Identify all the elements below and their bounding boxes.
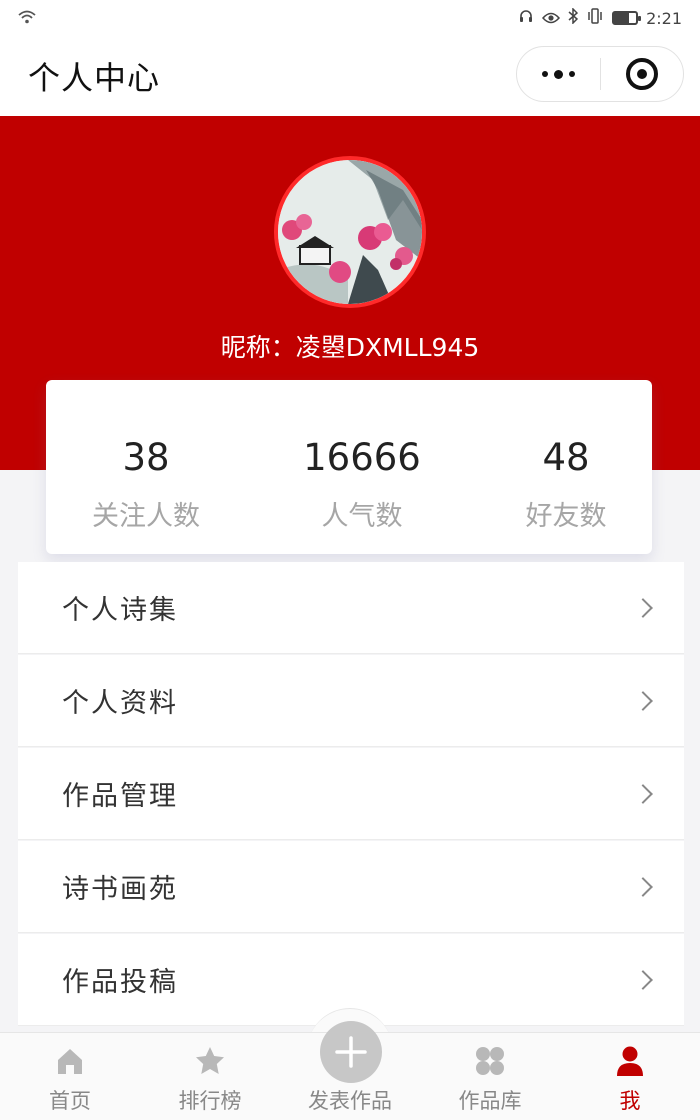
tab-label: 首页 bbox=[49, 1089, 91, 1113]
stat-value: 48 bbox=[542, 436, 590, 479]
status-bar: 2:21 bbox=[0, 0, 700, 36]
menu-item-label: 个人诗集 bbox=[62, 595, 178, 626]
chevron-right-icon bbox=[633, 597, 653, 618]
landscape-painting-avatar bbox=[278, 160, 422, 304]
tab-label: 我 bbox=[619, 1089, 641, 1113]
menu-item-works-management[interactable]: 作品管理 bbox=[18, 748, 684, 840]
stat-following[interactable]: 38 关注人数 bbox=[46, 380, 246, 533]
chevron-right-icon bbox=[633, 876, 653, 897]
battery-icon bbox=[612, 11, 642, 25]
more-button[interactable] bbox=[517, 47, 600, 101]
vibrate-icon bbox=[586, 8, 604, 28]
tab-label: 排行榜 bbox=[178, 1089, 242, 1113]
grid-dots-icon bbox=[476, 1047, 504, 1075]
menu-item-profile-info[interactable]: 个人资料 bbox=[18, 655, 684, 747]
publish-button[interactable] bbox=[320, 1021, 382, 1083]
page-title: 个人中心 bbox=[28, 59, 161, 97]
tab-ranking[interactable]: 排行榜 bbox=[140, 1033, 280, 1120]
target-circle-icon bbox=[625, 58, 658, 90]
menu-list: 个人诗集 个人资料 作品管理 诗书画苑 作品投稿 bbox=[18, 562, 684, 1027]
bluetooth-icon bbox=[568, 7, 579, 28]
status-icons: 2:21 bbox=[518, 7, 682, 28]
tab-label: 作品库 bbox=[458, 1089, 522, 1113]
avatar[interactable] bbox=[274, 156, 426, 308]
tab-home[interactable]: 首页 bbox=[0, 1033, 140, 1120]
menu-item-label: 作品投稿 bbox=[62, 967, 178, 998]
tab-library[interactable]: 作品库 bbox=[420, 1033, 560, 1120]
tab-me[interactable]: 我 bbox=[560, 1033, 700, 1120]
stat-label: 好友数 bbox=[525, 501, 607, 532]
menu-item-poetry-collection[interactable]: 个人诗集 bbox=[18, 562, 684, 654]
star-icon bbox=[196, 1047, 224, 1074]
home-icon bbox=[58, 1049, 82, 1074]
tab-label: 发表作品 bbox=[308, 1089, 392, 1113]
close-button[interactable] bbox=[601, 47, 684, 101]
headset-icon bbox=[518, 8, 534, 28]
mini-program-capsule bbox=[516, 46, 684, 102]
stat-value: 38 bbox=[122, 436, 170, 479]
eye-icon bbox=[542, 9, 561, 28]
wifi-icon bbox=[18, 9, 36, 28]
nav-bar: 个人中心 bbox=[0, 36, 700, 116]
chevron-right-icon bbox=[633, 690, 653, 711]
status-time: 2:21 bbox=[646, 8, 682, 28]
menu-item-label: 诗书画苑 bbox=[62, 874, 178, 905]
chevron-right-icon bbox=[633, 969, 653, 990]
chevron-right-icon bbox=[633, 783, 653, 804]
stat-popularity[interactable]: 16666 人气数 bbox=[262, 380, 462, 533]
stats-card: 38 关注人数 16666 人气数 48 好友数 bbox=[46, 380, 652, 554]
stat-value: 16666 bbox=[303, 436, 421, 479]
more-dots-icon bbox=[541, 69, 575, 79]
plus-icon bbox=[335, 1036, 367, 1068]
stat-friends[interactable]: 48 好友数 bbox=[466, 380, 666, 533]
stat-label: 人气数 bbox=[321, 501, 403, 532]
user-icon bbox=[617, 1046, 643, 1076]
menu-item-label: 个人资料 bbox=[62, 688, 178, 719]
menu-item-art-garden[interactable]: 诗书画苑 bbox=[18, 841, 684, 933]
nickname: 昵称：凌曌DXMLL945 bbox=[220, 333, 480, 362]
stat-label: 关注人数 bbox=[92, 501, 200, 532]
menu-item-label: 作品管理 bbox=[62, 781, 178, 812]
